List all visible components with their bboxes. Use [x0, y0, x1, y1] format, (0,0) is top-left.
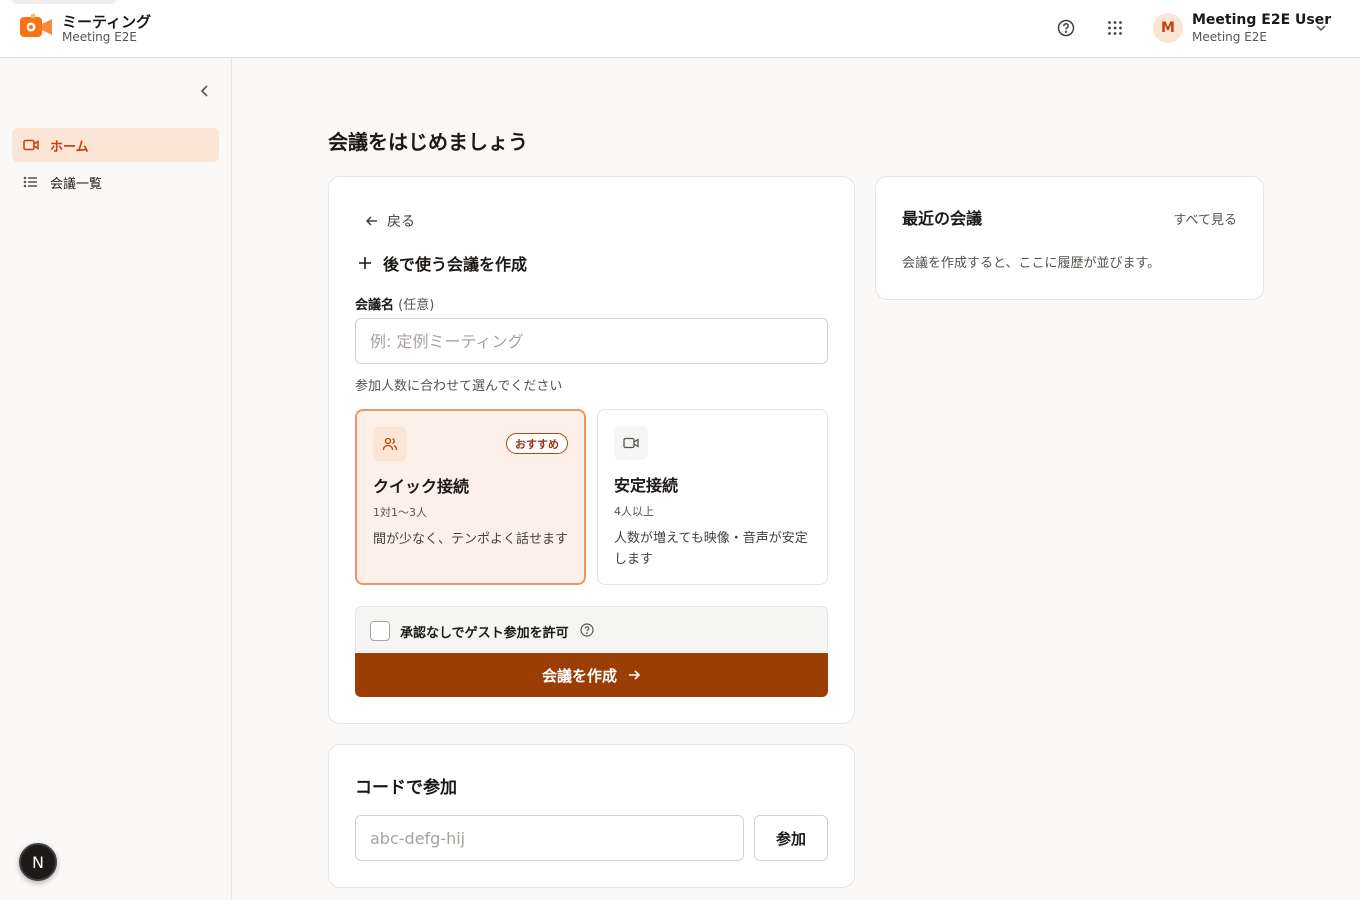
help-icon[interactable] [1055, 17, 1077, 39]
option-description: 人数が増えても映像・音声が安定します [614, 531, 808, 567]
option-size: 4人以上 [614, 505, 654, 518]
arrow-right-icon [629, 670, 641, 680]
video-icon [23, 139, 39, 151]
plus-icon [359, 257, 371, 269]
guest-permission-checkbox[interactable] [370, 621, 390, 641]
create-meeting-label: 会議を作成 [541, 666, 617, 685]
top-header: ミーティング Meeting E2E M Meeting E2E User Me… [0, 0, 1360, 58]
join-button[interactable]: 参加 [754, 815, 828, 861]
create-section-heading: 後で使う会議を作成 [357, 251, 527, 275]
meeting-name-label: 会議名 (任意) [355, 294, 434, 313]
app-logo-icon [20, 13, 52, 37]
header-tab-shadow [12, 0, 116, 4]
app-workspace: Meeting E2E [62, 30, 137, 44]
option-stable-connect[interactable]: 安定接続 4人以上 人数が増えても映像・音声が安定します [597, 409, 828, 585]
sidebar: ホーム 会議一覧 [0, 58, 232, 900]
participants-hint: 参加人数に合わせて選んでください [355, 379, 563, 394]
apps-grid-icon[interactable] [1104, 17, 1126, 39]
sidebar-item-label: 会議一覧 [50, 177, 103, 192]
dev-tools-badge[interactable]: N [19, 843, 57, 881]
create-meeting-button[interactable]: 会議を作成 [355, 653, 828, 697]
user-avatar[interactable]: M [1153, 13, 1183, 43]
list-icon [23, 176, 37, 188]
collapse-sidebar-icon[interactable] [196, 82, 214, 100]
option-quick-connect[interactable]: おすすめ クイック接続 1対1〜3人 間が少なく、テンポよく話せます [355, 409, 586, 585]
page-title: 会議をはじめましょう [328, 130, 528, 154]
users-icon [373, 427, 407, 461]
user-name[interactable]: Meeting E2E User [1192, 12, 1331, 28]
recent-empty-message: 会議を作成すると、ここに履歴が並びます。 [902, 256, 1161, 271]
back-button[interactable]: 戻る [365, 211, 415, 231]
back-label: 戻る [387, 214, 415, 230]
video-icon [614, 426, 648, 460]
optional-tag: (任意) [398, 298, 435, 313]
help-icon[interactable] [580, 623, 594, 637]
option-title: 安定接続 [614, 476, 679, 495]
app-name: ミーティング [62, 13, 152, 31]
recent-meetings-card: 最近の会議 すべて見る 会議を作成すると、ここに履歴が並びます。 [875, 176, 1264, 300]
guest-permission-label[interactable]: 承認なしでゲスト参加を許可 [400, 622, 569, 641]
option-description: 間が少なく、テンポよく話せます [373, 532, 569, 547]
create-meeting-card: 戻る 後で使う会議を作成 会議名 (任意) 参加人数に合わせて選んでください お… [328, 176, 855, 724]
arrow-left-icon [365, 216, 377, 226]
meeting-code-input[interactable] [355, 815, 744, 861]
user-workspace: Meeting E2E [1192, 30, 1267, 44]
sidebar-item-home[interactable]: ホーム [12, 128, 219, 162]
recommended-badge: おすすめ [506, 433, 568, 454]
guest-permission-row: 承認なしでゲスト参加を許可 [355, 606, 828, 652]
recent-meetings-title: 最近の会議 [902, 209, 983, 228]
chevron-down-icon[interactable] [1313, 20, 1329, 36]
meeting-name-label-text: 会議名 [355, 298, 395, 313]
sidebar-item-label: ホーム [50, 140, 89, 155]
meeting-name-input[interactable] [355, 318, 828, 364]
sidebar-item-meetings[interactable]: 会議一覧 [12, 165, 219, 199]
create-heading-text: 後で使う会議を作成 [383, 255, 528, 274]
join-by-code-card: コードで参加 参加 [328, 744, 855, 888]
see-all-link[interactable]: すべて見る [1173, 209, 1237, 228]
join-card-title: コードで参加 [355, 778, 457, 798]
option-size: 1対1〜3人 [373, 506, 427, 519]
option-title: クイック接続 [373, 477, 470, 496]
